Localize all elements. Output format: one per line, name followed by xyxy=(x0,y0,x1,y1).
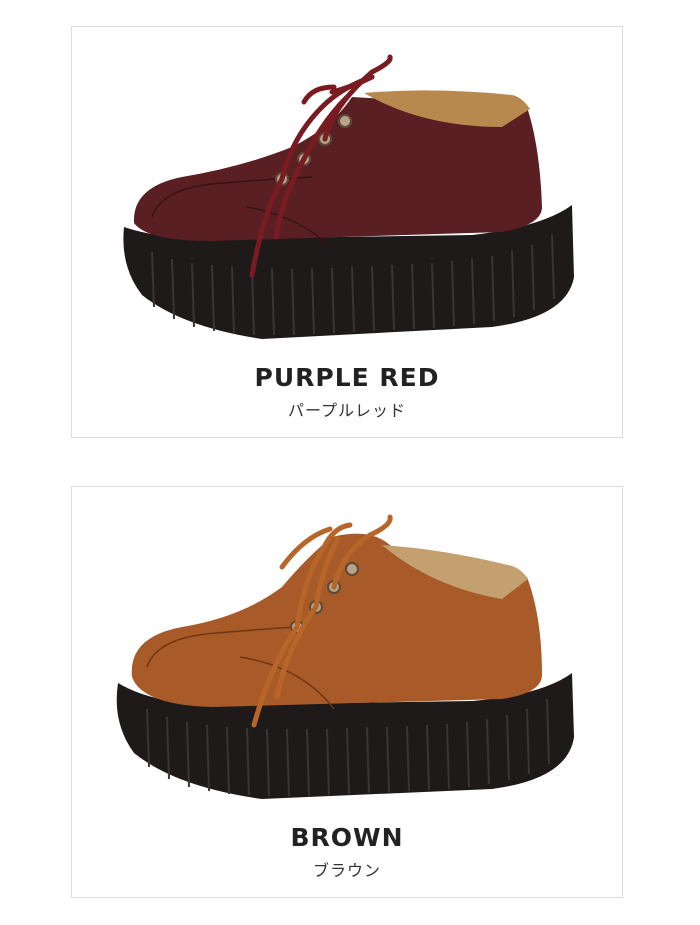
shoe-image-purple-red xyxy=(123,54,574,339)
color-name: BROWN xyxy=(290,823,404,852)
color-name-kana: パープルレッド xyxy=(287,401,407,420)
color-card-brown: BROWN ブラウン xyxy=(71,486,623,898)
shoe-image-brown xyxy=(116,514,574,799)
color-card-purple-red: PURPLE RED パープルレッド xyxy=(71,26,623,438)
color-name-kana: ブラウン xyxy=(312,861,381,880)
color-name: PURPLE RED xyxy=(254,363,440,392)
